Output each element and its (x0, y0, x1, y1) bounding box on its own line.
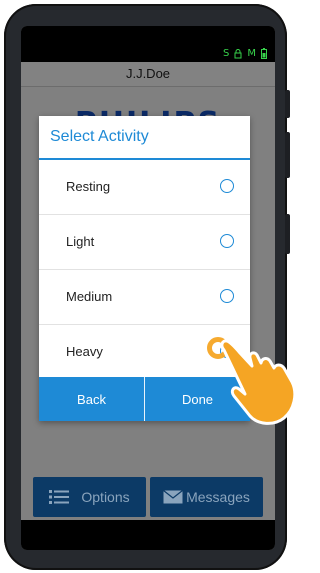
messages-button[interactable]: Messages (150, 477, 263, 517)
option-light[interactable]: Light (39, 215, 250, 270)
bottom-bar: Options Messages (21, 476, 275, 520)
option-label: Resting (66, 179, 111, 194)
back-button[interactable]: Back (39, 377, 144, 421)
option-resting[interactable]: Resting (39, 160, 250, 215)
pointing-hand-icon (220, 339, 297, 425)
power-button (285, 214, 290, 254)
list-icon (49, 490, 70, 504)
option-label: Light (66, 234, 95, 249)
status-icons: S M (223, 48, 267, 59)
radio-button-icon[interactable] (220, 234, 234, 248)
battery-icon (261, 48, 267, 59)
navigation-bar (21, 520, 275, 550)
options-button[interactable]: Options (33, 477, 146, 517)
option-medium[interactable]: Medium (39, 270, 250, 325)
volume-down-button (285, 132, 290, 178)
volume-up-button (285, 90, 290, 118)
radio-button-icon[interactable] (220, 179, 234, 193)
option-label: Heavy (66, 344, 103, 359)
radio-button-icon[interactable] (220, 289, 234, 303)
sim-indicator: S (223, 48, 230, 59)
option-label: Medium (66, 289, 113, 304)
lock-icon (234, 48, 242, 58)
options-label: Options (81, 489, 130, 505)
status-bar: S M (21, 26, 275, 62)
dialog-title: Select Activity (39, 116, 250, 160)
messages-label: Messages (186, 489, 250, 505)
user-name-header: J.J.Doe (21, 62, 275, 87)
sim2-indicator: M (247, 48, 256, 59)
envelope-icon (163, 490, 183, 504)
